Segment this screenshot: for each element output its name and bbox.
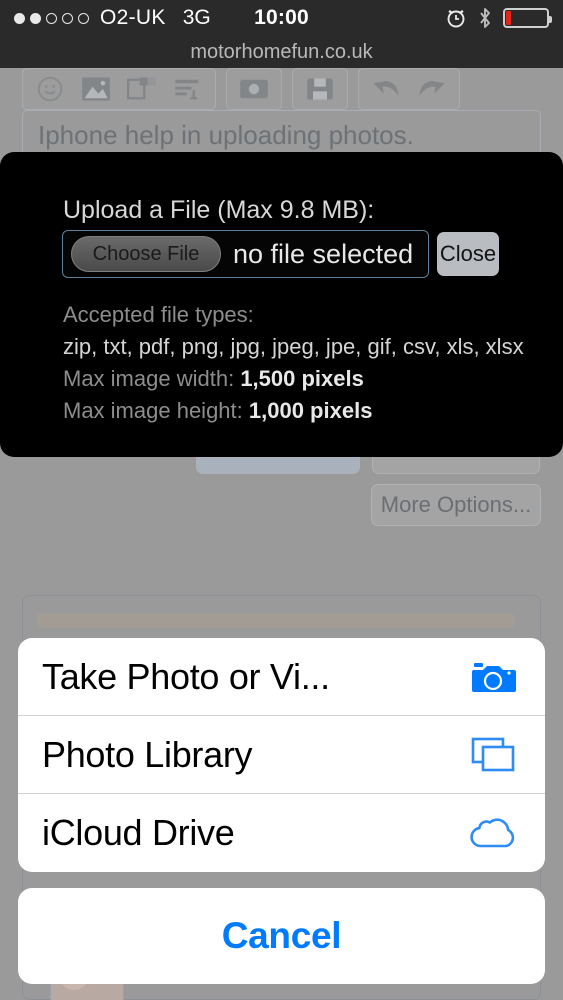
panel-divider <box>37 614 514 628</box>
max-width-value: 1,500 pixels <box>240 366 364 391</box>
action-sheet-option-take-photo[interactable]: Take Photo or Vi... <box>18 638 545 716</box>
option-label: Take Photo or Vi... <box>42 655 330 697</box>
url-text: motorhomefun.co.uk <box>190 40 373 63</box>
max-width-label: Max image width: <box>63 366 235 391</box>
alarm-clock-icon <box>447 9 465 28</box>
max-height-value: 1,000 pixels <box>248 398 373 423</box>
camera-icon <box>465 659 521 695</box>
accepted-types-value: zip, txt, pdf, png, jpg, jpeg, jpe, gif,… <box>63 334 524 359</box>
bluetooth-icon <box>480 8 490 28</box>
toolbar-group-insert <box>22 68 216 110</box>
close-label: Close <box>439 241 497 266</box>
choose-file-button[interactable]: Choose File <box>71 236 221 272</box>
action-sheet: Take Photo or Vi... Photo Library iCloud… <box>18 638 545 872</box>
toolbar-group-media <box>226 68 282 110</box>
battery-fill <box>506 11 511 25</box>
close-button[interactable]: Close <box>437 232 499 276</box>
media-icon[interactable] <box>119 72 165 106</box>
upload-dialog: Upload a File (Max 9.8 MB): Choose File … <box>0 152 563 457</box>
status-bar: O2-UK 3G 10:00 <box>0 0 563 36</box>
more-options-label: More Options... <box>380 492 532 517</box>
battery-icon <box>503 8 552 28</box>
status-bar-right <box>445 7 552 29</box>
toolbar-group-history <box>358 68 460 110</box>
thread-title: Iphone help in uploading photos. <box>38 120 414 150</box>
photo-library-icon <box>465 735 521 775</box>
option-label: Photo Library <box>42 733 253 775</box>
iphone-screen: Iphone help in uploading photos. More Op… <box>0 0 563 1000</box>
max-height-label: Max image height: <box>63 398 243 423</box>
toolbar-group-save <box>292 68 348 110</box>
accepted-types-label: Accepted file types: <box>63 302 254 327</box>
action-sheet-option-icloud-drive[interactable]: iCloud Drive <box>18 794 545 872</box>
more-options-button[interactable]: More Options... <box>371 484 541 526</box>
list-icon[interactable] <box>165 72 211 106</box>
action-sheet-option-photo-library[interactable]: Photo Library <box>18 716 545 794</box>
editor-toolbar <box>22 68 460 110</box>
max-height-row: Max image height: 1,000 pixels <box>63 398 372 424</box>
upload-dialog-title: Upload a File (Max 9.8 MB): <box>63 196 375 224</box>
undo-icon[interactable] <box>363 72 409 106</box>
cancel-button[interactable]: Cancel <box>18 888 545 984</box>
cancel-label: Cancel <box>221 915 342 956</box>
url-bar[interactable]: motorhomefun.co.uk <box>0 36 563 68</box>
max-width-row: Max image width: 1,500 pixels <box>63 366 364 392</box>
option-label: iCloud Drive <box>42 812 235 853</box>
choose-file-label: Choose File <box>92 242 200 265</box>
file-input[interactable]: Choose File no file selected <box>62 230 429 278</box>
image-icon[interactable] <box>73 72 119 106</box>
cloud-icon <box>465 816 521 850</box>
smiley-icon[interactable] <box>27 72 73 106</box>
save-icon[interactable] <box>297 72 343 106</box>
redo-icon[interactable] <box>409 72 455 106</box>
camera-icon[interactable] <box>231 72 277 106</box>
file-status-text: no file selected <box>233 238 414 269</box>
